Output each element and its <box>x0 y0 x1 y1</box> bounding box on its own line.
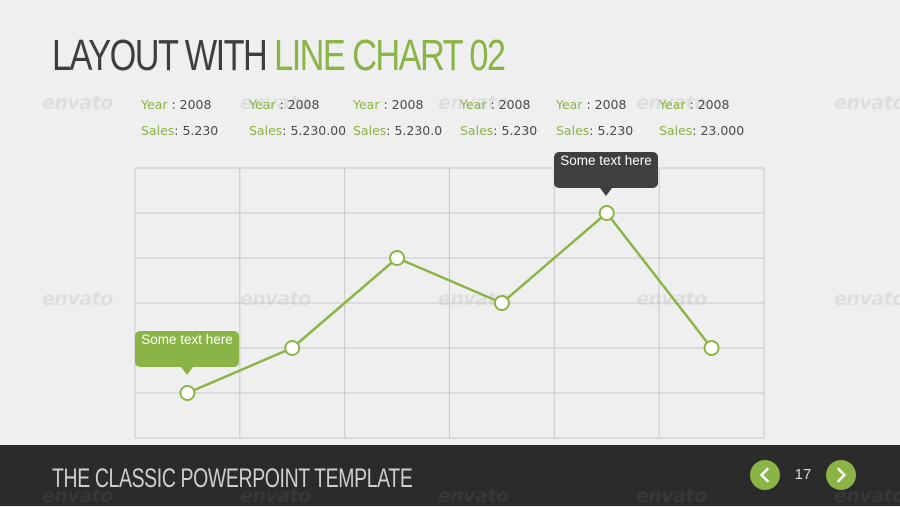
data-point <box>389 250 406 266</box>
callout-low: Some text here <box>135 331 239 375</box>
line-chart <box>134 167 765 439</box>
callout-pointer <box>600 188 612 196</box>
data-point <box>179 385 196 401</box>
next-slide-button[interactable] <box>826 460 856 490</box>
chevron-right-icon <box>837 467 846 483</box>
callout-low-text: Some text here <box>141 332 233 347</box>
prev-slide-button[interactable] <box>750 460 780 490</box>
callout-high: Some text here <box>554 152 658 196</box>
callout-high-text: Some text here <box>560 153 652 168</box>
data-point <box>703 340 720 356</box>
footer-bar: envato envato envato envato envato THE C… <box>0 445 900 507</box>
data-point <box>493 295 510 311</box>
footer-title: THE CLASSIC POWERPOINT TEMPLATE <box>52 463 413 493</box>
callout-pointer <box>181 367 193 375</box>
chart-grid <box>134 167 765 439</box>
data-point <box>284 340 301 356</box>
data-point <box>598 205 615 221</box>
watermark: envato <box>438 485 509 507</box>
chevron-left-icon <box>760 467 769 483</box>
watermark: envato <box>636 485 707 507</box>
page-number: 17 <box>794 466 812 483</box>
